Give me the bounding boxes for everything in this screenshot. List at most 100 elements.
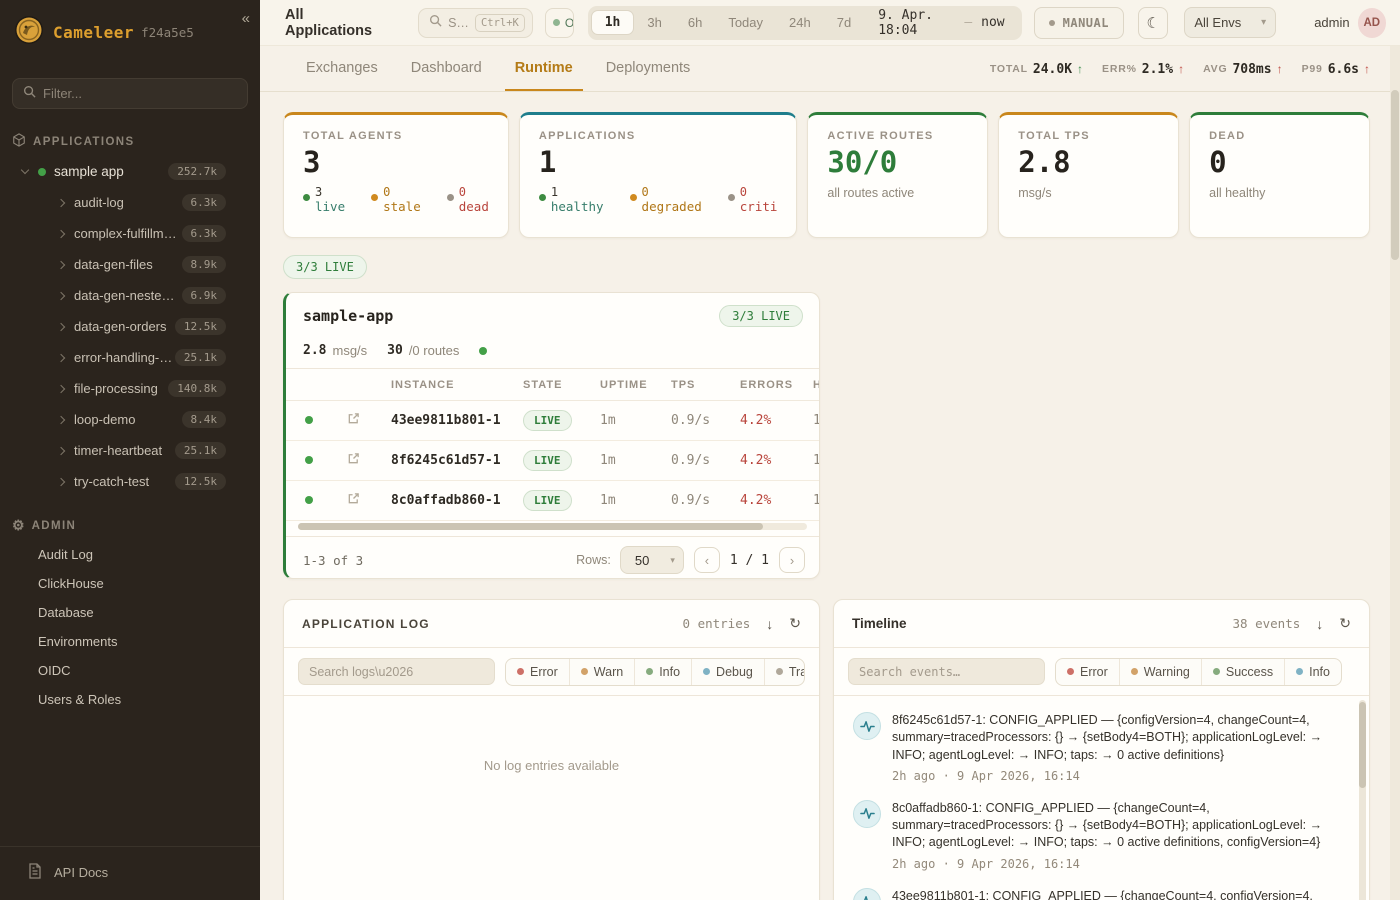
stat-caption: all routes active [827, 186, 968, 200]
refresh-icon[interactable]: ↻ [789, 615, 801, 632]
filter-success[interactable]: Success [1202, 659, 1285, 685]
sidebar-item-clickhouse[interactable]: ClickHouse [0, 569, 260, 598]
application-name[interactable]: sample-app [303, 307, 393, 325]
sidebar-filter[interactable] [12, 78, 248, 109]
timeline-title: Timeline [852, 616, 907, 631]
app-live-badge: 3/3 LIVE [719, 305, 803, 327]
info-dot-icon [1296, 668, 1303, 675]
filter-info[interactable]: Info [1285, 659, 1341, 685]
trend-up-icon: ↑ [1364, 62, 1370, 76]
sidebar-item-route[interactable]: timer-heartbeat25.1k [0, 435, 226, 466]
time-range-7d[interactable]: 7d [824, 11, 864, 34]
sidebar-item-sample-app[interactable]: sample app 252.7k [0, 156, 226, 187]
sidebar-collapse-button[interactable]: « [242, 10, 250, 27]
sidebar-item-users-roles[interactable]: Users & Roles [0, 685, 260, 714]
instance-status-dot [305, 416, 313, 424]
timeline-event[interactable]: 8c0affadb860-1: CONFIG_APPLIED — {change… [853, 800, 1343, 871]
online-status-button[interactable]: O [545, 8, 574, 38]
substat-num: 0 [383, 185, 421, 199]
external-link-icon[interactable] [347, 414, 360, 429]
time-range-3h[interactable]: 3h [634, 11, 674, 34]
time-range-6h[interactable]: 6h [675, 11, 715, 34]
filter-error[interactable]: Error [1056, 659, 1120, 685]
main-area: All Applications S… Ctrl+K O 1h 3h 6h To… [260, 0, 1400, 900]
theme-toggle-button[interactable]: ☾ [1138, 7, 1168, 39]
sidebar-item-route[interactable]: file-processing140.8k [0, 373, 226, 404]
tab-runtime[interactable]: Runtime [505, 46, 583, 91]
time-range-today[interactable]: Today [715, 11, 776, 34]
page-scrollbar[interactable] [1390, 46, 1400, 900]
table-row[interactable]: 8f6245c61d57-1 LIVE 1m 0.9/s 4.2% 1 [286, 441, 820, 481]
log-search-input[interactable] [309, 665, 484, 679]
external-link-icon[interactable] [347, 494, 360, 509]
avatar[interactable]: AD [1358, 8, 1386, 38]
global-search[interactable]: S… Ctrl+K [418, 8, 533, 38]
tab-exchanges[interactable]: Exchanges [296, 46, 388, 91]
sidebar-item-route[interactable]: data-gen-orders12.5k [0, 311, 226, 342]
event-timestamp: 2h ago · 9 Apr 2026, 16:14 [892, 857, 1343, 871]
time-range-24h[interactable]: 24h [776, 11, 824, 34]
count-badge: 140.8k [168, 380, 226, 397]
keyboard-shortcut-badge: Ctrl+K [475, 14, 525, 32]
stat-label: TOTAL AGENTS [303, 130, 489, 142]
horizontal-scrollbar[interactable] [298, 523, 807, 530]
environment-select[interactable]: All Envs ▾ [1184, 7, 1276, 38]
timeline-event-count: 38 events [1233, 616, 1301, 631]
sidebar-item-route[interactable]: try-catch-test12.5k [0, 466, 226, 497]
timeline-search-input[interactable] [859, 665, 1034, 679]
substat-degraded: 0degraded [630, 185, 702, 214]
external-link-icon[interactable] [347, 454, 360, 469]
sidebar-item-route[interactable]: loop-demo8.4k [0, 404, 226, 435]
errors-cell: 4.2% [723, 481, 796, 521]
substat-live: 3live [303, 185, 345, 214]
scroll-to-bottom-icon[interactable]: ↓ [1316, 616, 1323, 632]
filter-input[interactable] [43, 86, 237, 101]
filter-info[interactable]: Info [635, 659, 692, 685]
instance-id: 43ee9811b801-1 [374, 401, 506, 441]
timeline-scrollbar[interactable] [1359, 700, 1366, 900]
sidebar-item-route[interactable]: error-handling-…25.1k [0, 342, 226, 373]
sidebar-item-oidc[interactable]: OIDC [0, 656, 260, 685]
scroll-to-bottom-icon[interactable]: ↓ [766, 616, 773, 632]
timeline-event[interactable]: 8f6245c61d57-1: CONFIG_APPLIED — {config… [853, 712, 1343, 783]
tab-deployments[interactable]: Deployments [596, 46, 701, 91]
col-link [332, 369, 374, 401]
next-page-button[interactable]: › [779, 547, 805, 573]
filter-trace[interactable]: Trace [765, 659, 805, 685]
refresh-icon[interactable]: ↻ [1339, 615, 1351, 632]
table-row[interactable]: 43ee9811b801-1 LIVE 1m 0.9/s 4.2% 1 [286, 401, 820, 441]
instance-status-dot [305, 496, 313, 504]
filter-warn[interactable]: Warn [570, 659, 635, 685]
tab-dashboard[interactable]: Dashboard [401, 46, 492, 91]
sidebar-spacer [0, 714, 260, 846]
scrollbar-thumb[interactable] [1359, 702, 1366, 788]
sidebar-item-audit-log[interactable]: Audit Log [0, 540, 260, 569]
filter-warning[interactable]: Warning [1120, 659, 1202, 685]
scrollbar-thumb[interactable] [1391, 90, 1399, 260]
date-range-display[interactable]: 9. Apr. 18:04 — now [864, 4, 1018, 42]
sidebar-item-route[interactable]: data-gen-neste…6.9k [0, 280, 226, 311]
manual-refresh-button[interactable]: MANUAL [1034, 7, 1124, 39]
timeline-search[interactable] [848, 658, 1045, 685]
event-text: 43ee9811b801-1: CONFIG_APPLIED — {change… [892, 888, 1343, 900]
filter-debug[interactable]: Debug [692, 659, 765, 685]
sidebar-item-route[interactable]: data-gen-files8.9k [0, 249, 226, 280]
filter-error[interactable]: Error [506, 659, 570, 685]
rows-per-page-select[interactable]: 50 ▾ [620, 546, 684, 574]
timeline-filters: Error Warning Success Info [1055, 658, 1342, 686]
timeline-event[interactable]: 43ee9811b801-1: CONFIG_APPLIED — {change… [853, 888, 1343, 900]
sidebar-item-route[interactable]: complex-fulfillm…6.3k [0, 218, 226, 249]
sidebar-item-environments[interactable]: Environments [0, 627, 260, 656]
sidebar-item-route[interactable]: audit-log6.3k [0, 187, 226, 218]
live-status-pill[interactable]: 3/3 LIVE [283, 255, 367, 279]
route-name: audit-log [74, 195, 124, 210]
prev-page-button[interactable]: ‹ [694, 547, 720, 573]
heap-cell: 1 [796, 441, 820, 481]
scrollbar-thumb[interactable] [298, 523, 763, 530]
sidebar-item-database[interactable]: Database [0, 598, 260, 627]
time-range-1h[interactable]: 1h [591, 10, 635, 35]
api-docs-link[interactable]: API Docs [0, 846, 260, 900]
log-search[interactable] [298, 658, 495, 685]
table-row[interactable]: 8c0affadb860-1 LIVE 1m 0.9/s 4.2% 1 [286, 481, 820, 521]
online-label: O [565, 16, 574, 30]
